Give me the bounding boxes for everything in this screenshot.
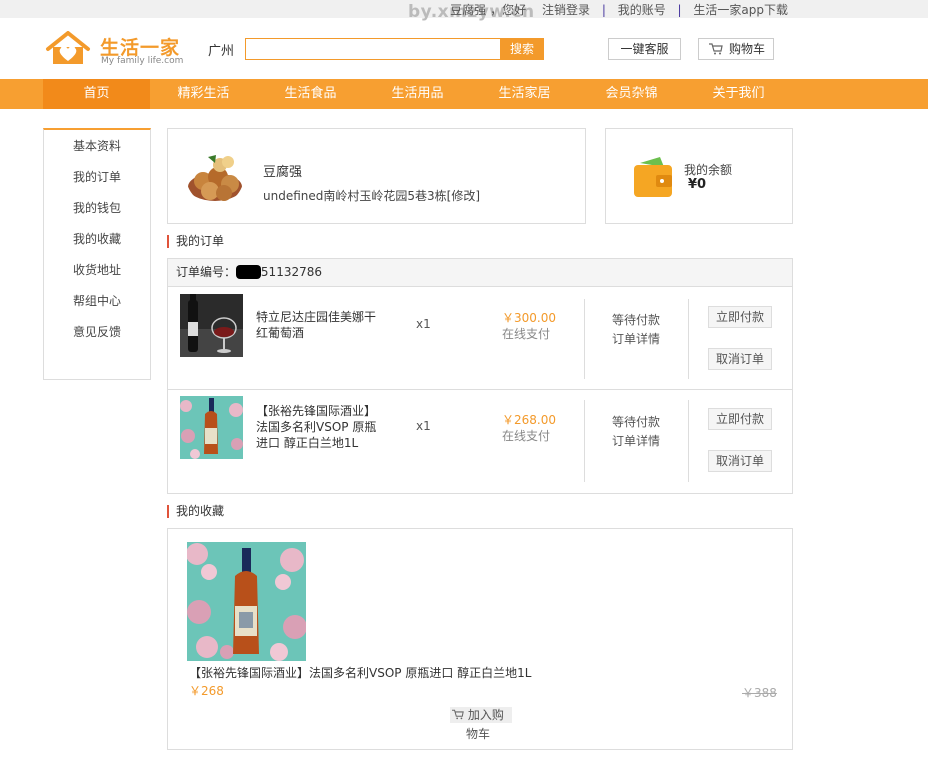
balance-label: 我的余额 (684, 163, 733, 177)
orders-section-title: 我的订单 (167, 235, 224, 248)
greeting-name: 豆腐强 (450, 3, 487, 17)
sidebar-item-address[interactable]: 收货地址 (44, 255, 150, 286)
order-number-label: 订单编号： (176, 265, 237, 279)
divider (688, 400, 689, 482)
top-links: 豆腐强 ，您好 注销登录 | 我的账号 | 生活一家app下载 (448, 1, 790, 18)
favorite-product-image[interactable] (187, 542, 306, 661)
nav-item-about[interactable]: 关于我们 (685, 79, 792, 109)
order-detail-link[interactable]: 订单详情 (612, 432, 660, 451)
site-logo[interactable]: 生活一家 My family life.com (44, 29, 184, 69)
sidebar-item-favorites[interactable]: 我的收藏 (44, 224, 150, 255)
cancel-order-button[interactable]: 取消订单 (708, 450, 772, 472)
product-qty: x1 (416, 419, 431, 433)
product-qty: x1 (416, 317, 431, 331)
product-name[interactable]: 【张裕先锋国际酒业】法国多名利VSOP 原瓶进口 醇正白兰地1L (256, 403, 386, 451)
divider (584, 400, 585, 482)
add-to-cart-button[interactable]: 加入购 (450, 707, 512, 723)
divider (688, 299, 689, 379)
order-number-masked: 201 (236, 265, 261, 279)
favorites-box: 【张裕先锋国际酒业】法国多名利VSOP 原瓶进口 醇正白兰地1L ￥268 ￥3… (167, 528, 793, 750)
sidebar-item-wallet[interactable]: 我的钱包 (44, 193, 150, 224)
logout-link[interactable]: 注销登录 (542, 3, 590, 17)
order-item-row: 特立尼达庄园佳美娜干红葡萄酒 x1 ￥300.00 在线支付 等待付款 订单详情… (168, 287, 792, 391)
favorite-price: ￥268 (189, 684, 224, 698)
wallet-icon (634, 157, 672, 197)
balance-card: 我的余额 ¥0 (605, 128, 793, 224)
sidebar-item-profile[interactable]: 基本资料 (44, 131, 150, 162)
app-download-link[interactable]: 生活一家app下载 (693, 3, 788, 17)
order-item-row: 【张裕先锋国际酒业】法国多名利VSOP 原瓶进口 醇正白兰地1L x1 ￥268… (168, 389, 792, 493)
profile-card: 豆腐强 undefined南岭村玉岭花园5巷3栋[修改] (167, 128, 586, 224)
order-header: 订单编号：20151132786 (168, 259, 792, 287)
greeting-suffix: ，您好 (490, 3, 527, 17)
add-to-cart-label-wrap[interactable]: 物车 (466, 725, 490, 742)
product-image[interactable] (180, 294, 243, 357)
city-selector[interactable]: 广州 (208, 40, 234, 59)
pay-type: 在线支付 (502, 327, 551, 341)
logo-subtitle: My family life.com (101, 56, 184, 66)
order-status-text: 等待付款 (612, 313, 661, 327)
shipping-address[interactable]: undefined南岭村玉岭花园5巷3栋[修改] (263, 187, 480, 204)
main-nav: 首页 精彩生活 生活食品 生活用品 生活家居 会员杂锦 关于我们 (0, 79, 928, 109)
cart-icon (709, 43, 723, 55)
favorites-section-title: 我的收藏 (167, 505, 224, 518)
cart-button[interactable]: 购物车 (698, 38, 774, 60)
pay-now-button[interactable]: 立即付款 (708, 408, 772, 430)
cancel-order-button[interactable]: 取消订单 (708, 348, 772, 370)
order-box: 订单编号：20151132786 特立尼达庄园佳美娜干红葡萄酒 x1 ￥300.… (167, 258, 793, 494)
nav-item-food[interactable]: 生活食品 (257, 79, 364, 109)
nav-item-member[interactable]: 会员杂锦 (578, 79, 685, 109)
order-status: 等待付款 订单详情 (612, 413, 660, 451)
favorite-product-name[interactable]: 【张裕先锋国际酒业】法国多名利VSOP 原瓶进口 醇正白兰地1L (189, 664, 531, 681)
separator: | (677, 3, 682, 17)
product-price: ￥300.00 (502, 311, 556, 325)
sidebar-item-orders[interactable]: 我的订单 (44, 162, 150, 193)
nav-item-wonderful-life[interactable]: 精彩生活 (150, 79, 257, 109)
order-detail-link[interactable]: 订单详情 (612, 330, 660, 349)
my-account-link[interactable]: 我的账号 (618, 3, 666, 17)
search-input[interactable] (245, 38, 501, 60)
product-image[interactable] (180, 396, 243, 459)
house-heart-icon (46, 31, 90, 64)
cart-button-label: 购物车 (729, 42, 766, 56)
sidebar-item-help[interactable]: 帮组中心 (44, 286, 150, 317)
favorite-old-price: ￥388 (742, 686, 777, 700)
cart-icon (452, 709, 464, 720)
pay-type: 在线支付 (502, 429, 551, 443)
divider (584, 299, 585, 379)
search-button[interactable]: 搜索 (500, 38, 544, 60)
sidebar-item-feedback[interactable]: 意见反馈 (44, 317, 150, 348)
nav-item-home[interactable]: 首页 (43, 79, 150, 109)
customer-service-button[interactable]: 一键客服 (608, 38, 681, 60)
top-bar: by.xmzyw.cn 豆腐强 ，您好 注销登录 | 我的账号 | 生活一家app… (0, 0, 928, 22)
order-number-tail: 51132786 (260, 265, 322, 279)
avatar (186, 147, 244, 205)
account-sidebar: 基本资料 我的订单 我的钱包 我的收藏 收货地址 帮组中心 意见反馈 (43, 128, 151, 380)
product-price: ￥268.00 (502, 413, 556, 427)
separator: | (601, 3, 606, 17)
order-status-text: 等待付款 (612, 415, 661, 429)
nav-item-goods[interactable]: 生活用品 (364, 79, 471, 109)
nav-item-home-furnishing[interactable]: 生活家居 (471, 79, 578, 109)
balance-value: ¥0 (688, 177, 707, 192)
order-status: 等待付款 订单详情 (612, 311, 660, 349)
add-to-cart-label: 加入购 (467, 708, 504, 722)
pay-now-button[interactable]: 立即付款 (708, 306, 772, 328)
product-name[interactable]: 特立尼达庄园佳美娜干红葡萄酒 (256, 309, 386, 341)
username: 豆腐强 (263, 165, 303, 180)
